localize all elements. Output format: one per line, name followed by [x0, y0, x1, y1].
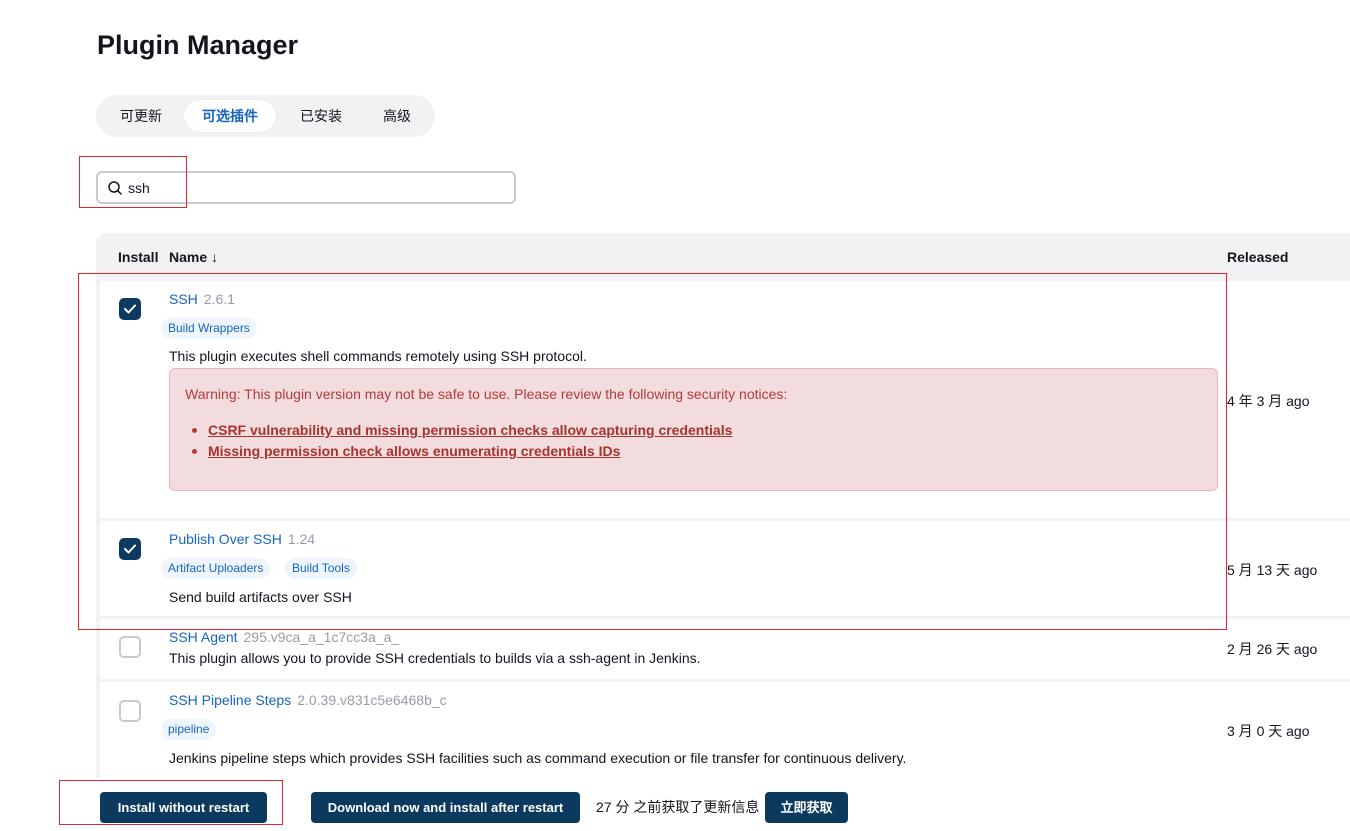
- install-without-restart-button[interactable]: Install without restart: [100, 792, 267, 823]
- category-tag[interactable]: Build Wrappers: [161, 318, 257, 339]
- released-date: 3 月 0 天 ago: [1227, 723, 1310, 739]
- install-checkbox[interactable]: [119, 636, 141, 658]
- plugin-description: Jenkins pipeline steps which provides SS…: [169, 750, 907, 766]
- released-date: 4 年 3 月 ago: [1227, 393, 1310, 409]
- plugins-table: Install Name ↓ Released SSH 2.6.1 Build W…: [96, 233, 1350, 778]
- check-icon: [124, 304, 136, 314]
- tab-bar: 可更新 可选插件 已安装 高级: [96, 95, 435, 137]
- install-checkbox[interactable]: [119, 298, 141, 320]
- security-warning: Warning: This plugin version may not be …: [169, 368, 1218, 491]
- released-date: 5 月 13 天 ago: [1227, 562, 1318, 578]
- table-row: SSH Pipeline Steps 2.0.39.v831c5e6468b_c …: [100, 682, 1350, 778]
- tab-advanced[interactable]: 高级: [368, 100, 426, 132]
- plugin-name-link[interactable]: SSH 2.6.1: [169, 291, 235, 307]
- install-checkbox[interactable]: [119, 700, 141, 722]
- tab-updates[interactable]: 可更新: [110, 100, 172, 132]
- search-icon: [108, 181, 122, 195]
- security-notice-link[interactable]: Missing permission check allows enumerat…: [191, 441, 732, 462]
- plugin-description: Send build artifacts over SSH: [169, 589, 352, 605]
- install-checkbox[interactable]: [119, 538, 141, 560]
- warning-title: Warning: This plugin version may not be …: [185, 386, 788, 402]
- plugin-name-link[interactable]: SSH Agent 295.v9ca_a_1c7cc3a_a_: [169, 629, 399, 645]
- column-header-name[interactable]: Name ↓: [169, 249, 218, 265]
- plugin-version: 295.v9ca_a_1c7cc3a_a_: [243, 629, 400, 645]
- plugin-name-link[interactable]: Publish Over SSH 1.24: [169, 531, 315, 547]
- category-tag[interactable]: Build Tools: [285, 558, 357, 579]
- check-icon: [124, 544, 136, 554]
- tab-available-plugins[interactable]: 可选插件: [184, 100, 276, 132]
- table-row: SSH 2.6.1 Build Wrappers This plugin exec…: [100, 281, 1350, 518]
- table-row: SSH Agent 295.v9ca_a_1c7cc3a_a_ This plug…: [100, 619, 1350, 679]
- plugin-name-link[interactable]: SSH Pipeline Steps 2.0.39.v831c5e6468b_c: [169, 692, 447, 708]
- search-box: [96, 171, 516, 204]
- category-tag[interactable]: Artifact Uploaders: [161, 558, 271, 579]
- plugin-version: 2.6.1: [203, 291, 235, 307]
- tab-installed[interactable]: 已安装: [290, 100, 352, 132]
- plugin-description: This plugin executes shell commands remo…: [169, 348, 587, 364]
- column-header-install: Install: [118, 249, 159, 265]
- released-date: 2 月 26 天 ago: [1227, 641, 1318, 657]
- plugin-version: 1.24: [287, 531, 316, 547]
- search-input[interactable]: [128, 176, 498, 200]
- update-status-text: 27 分 之前获取了更新信息: [596, 799, 760, 815]
- table-row: Publish Over SSH 1.24 Artifact Uploaders …: [100, 521, 1350, 616]
- security-notice-link[interactable]: CSRF vulnerability and missing permissio…: [191, 420, 732, 441]
- category-tag[interactable]: pipeline: [161, 719, 217, 740]
- download-install-after-restart-button[interactable]: Download now and install after restart: [311, 792, 580, 823]
- page-title: Plugin Manager: [97, 30, 299, 60]
- action-bar: Install without restart Download now and…: [48, 779, 1350, 831]
- plugin-description: This plugin allows you to provide SSH cr…: [169, 650, 701, 666]
- plugin-version: 2.0.39.v831c5e6468b_c: [297, 692, 447, 708]
- fetch-now-button[interactable]: 立即获取: [765, 792, 848, 823]
- column-header-released: Released: [1227, 249, 1289, 265]
